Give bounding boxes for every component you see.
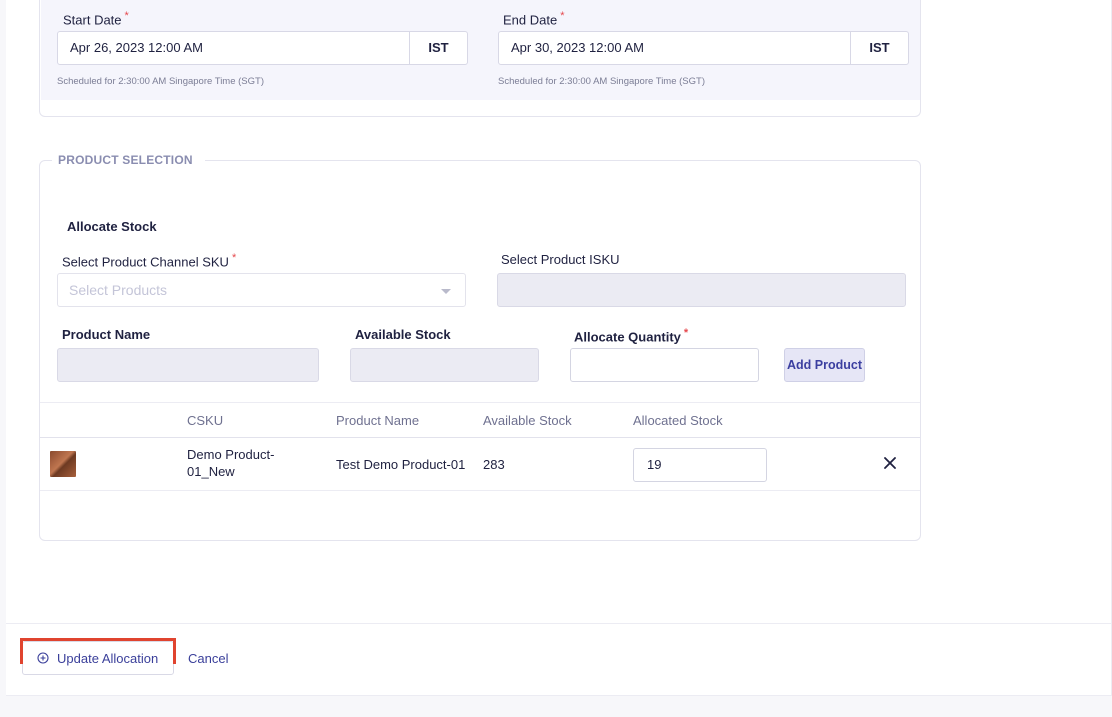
highlight-bar (20, 638, 176, 641)
product-name-label: Product Name (62, 327, 151, 342)
required-mark: * (683, 327, 689, 339)
allocate-quantity-label-text: Allocate Quantity (574, 329, 681, 345)
table-row: Demo Product- 01_New Test Demo Product-0… (40, 438, 920, 491)
highlight-left (20, 640, 23, 664)
available-stock-field (350, 348, 539, 382)
end-date-hint: Scheduled for 2:30:00 AM Singapore Time … (498, 76, 705, 87)
update-allocation-button[interactable]: Update Allocation (22, 641, 174, 675)
product-name-field (57, 348, 319, 382)
allocate-quantity-input[interactable] (570, 348, 759, 382)
end-date-label: End Date * (503, 10, 564, 27)
start-date-label: Start Date * (63, 10, 129, 27)
row-allocated-stock-input[interactable]: 19 (633, 448, 767, 482)
channel-sku-select[interactable]: Select Products (57, 273, 466, 307)
start-date-value[interactable]: Apr 26, 2023 12:00 AM (58, 32, 409, 64)
row-product-name: Test Demo Product-01 (336, 457, 466, 472)
end-date-value[interactable]: Apr 30, 2023 12:00 AM (499, 32, 850, 64)
plus-circle-icon (37, 652, 49, 664)
column-header-available-stock: Available Stock (483, 413, 572, 428)
product-thumbnail (50, 451, 76, 477)
product-selection-fieldset: PRODUCT SELECTION Allocate Stock Select … (39, 153, 921, 541)
column-header-csku: CSKU (187, 413, 224, 428)
product-selection-legend: PRODUCT SELECTION (52, 153, 205, 167)
column-header-allocated-stock: Allocated Stock (633, 413, 723, 428)
row-csku: Demo Product- 01_New (187, 446, 274, 480)
end-date-input[interactable]: Apr 30, 2023 12:00 AM IST (498, 31, 909, 65)
isku-label: Select Product ISKU (501, 252, 620, 267)
allocate-stock-heading: Allocate Stock (67, 219, 157, 234)
allocate-quantity-label: Allocate Quantity * (574, 327, 688, 344)
column-header-product-name: Product Name (336, 413, 420, 428)
update-allocation-label: Update Allocation (57, 650, 159, 666)
highlight-right (173, 640, 176, 664)
required-mark: * (124, 10, 129, 22)
end-timezone-button[interactable]: IST (850, 32, 908, 64)
start-date-hint: Scheduled for 2:30:00 AM Singapore Time … (57, 76, 264, 87)
table-header: CSKU Product Name Available Stock Alloca… (40, 402, 920, 438)
allocation-form-page: Start Date * Apr 26, 2023 12:00 AM IST Sc… (6, 0, 1112, 696)
schedule-panel: Start Date * Apr 26, 2023 12:00 AM IST Sc… (39, 0, 921, 117)
start-date-label-text: Start Date (63, 12, 122, 28)
close-icon[interactable] (882, 455, 898, 471)
cancel-link[interactable]: Cancel (188, 651, 228, 666)
schedule-inner: Start Date * Apr 26, 2023 12:00 AM IST Sc… (41, 0, 920, 100)
footer-divider (6, 623, 1112, 624)
row-csku-line1: Demo Product- (187, 447, 275, 462)
row-available-stock: 283 (483, 457, 505, 472)
chevron-down-icon[interactable] (441, 289, 451, 294)
start-timezone-button[interactable]: IST (409, 32, 467, 64)
end-date-label-text: End Date (503, 12, 558, 28)
channel-sku-placeholder: Select Products (69, 282, 168, 298)
isku-field (497, 273, 906, 307)
channel-sku-label-text: Select Product Channel SKU (62, 254, 229, 270)
required-mark: * (231, 252, 237, 264)
start-date-input[interactable]: Apr 26, 2023 12:00 AM IST (57, 31, 468, 65)
required-mark: * (560, 10, 565, 22)
row-csku-line2: 01_New (187, 464, 235, 479)
channel-sku-label: Select Product Channel SKU * (62, 252, 236, 269)
available-stock-label: Available Stock (355, 327, 451, 342)
add-product-button[interactable]: Add Product (784, 348, 865, 382)
